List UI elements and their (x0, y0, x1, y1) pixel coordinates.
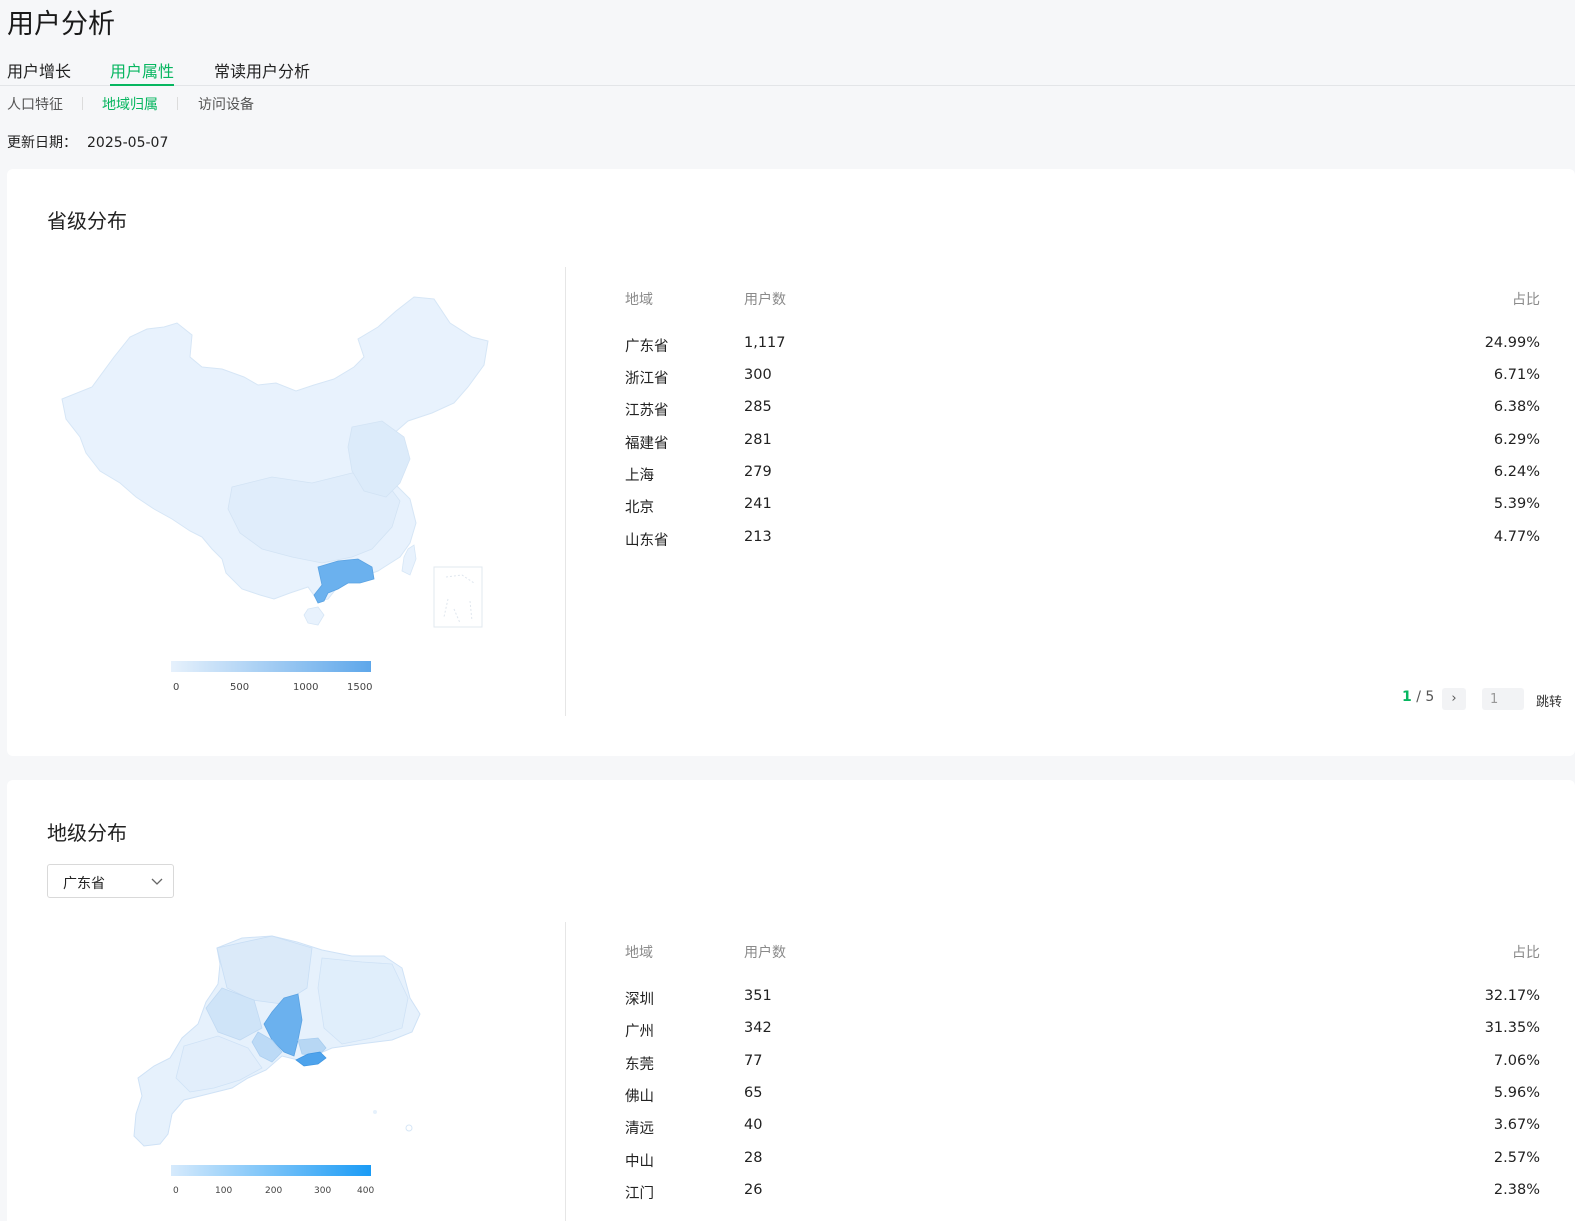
city-legend-bar (171, 1165, 371, 1176)
province-legend-tick: 1500 (347, 682, 373, 693)
column-header-users: 用户数 (744, 292, 786, 308)
row-share: 6.29% (1493, 432, 1540, 448)
subtab-region[interactable]: 地域归属 (102, 94, 158, 114)
row-region: 江苏省 (625, 403, 669, 419)
row-share: 32.17% (1484, 988, 1540, 1004)
row-region: 深圳 (625, 992, 654, 1008)
row-share: 2.38% (1493, 1182, 1540, 1198)
row-users: 241 (744, 496, 772, 512)
province-legend-bar (171, 661, 371, 672)
row-share: 5.96% (1493, 1085, 1540, 1101)
tab-user-growth[interactable]: 用户增长 (7, 58, 71, 86)
province-legend-tick: 0 (173, 682, 180, 693)
next-page-button[interactable]: › (1442, 688, 1466, 710)
guangdong-map-islet (405, 1124, 413, 1132)
province-legend-tick: 1000 (293, 682, 319, 693)
row-users: 65 (744, 1085, 763, 1101)
row-users: 40 (744, 1117, 763, 1133)
row-users: 213 (744, 529, 772, 545)
row-share: 4.77% (1493, 529, 1540, 545)
city-legend-tick: 100 (215, 1186, 233, 1196)
row-region: 浙江省 (625, 371, 669, 387)
card-divider (565, 267, 566, 716)
row-users: 281 (744, 432, 772, 448)
page-indicator: 1 / 5 (1402, 689, 1435, 705)
row-region: 福建省 (625, 436, 669, 452)
city-section-title: 地级分布 (47, 821, 127, 845)
column-header-share: 占比 (1512, 945, 1540, 961)
row-share: 31.35% (1484, 1020, 1540, 1036)
column-header-region: 地域 (625, 945, 653, 961)
row-share: 6.38% (1493, 399, 1540, 415)
row-region: 江门 (625, 1186, 654, 1202)
city-distribution-card: 地级分布 广东省 0 100 200 300 400 地域 用户数 占比 深圳 … (7, 780, 1575, 1221)
subtab-devices[interactable]: 访问设备 (198, 94, 254, 114)
city-legend-tick: 0 (173, 1186, 179, 1196)
subtab-demographics[interactable]: 人口特征 (7, 94, 63, 114)
update-date-label: 更新日期： (7, 135, 77, 151)
page-title: 用户分析 (7, 9, 115, 40)
column-header-region: 地域 (625, 292, 653, 308)
tab-frequent-readers[interactable]: 常读用户分析 (214, 58, 310, 86)
province-select-value: 广东省 (63, 876, 105, 892)
city-legend-tick: 400 (357, 1186, 375, 1196)
guangdong-map[interactable] (122, 928, 422, 1148)
row-share: 24.99% (1484, 335, 1540, 351)
row-share: 7.06% (1493, 1053, 1540, 1069)
row-region: 广州 (625, 1024, 654, 1040)
column-header-share: 占比 (1512, 292, 1540, 308)
tab-user-attributes[interactable]: 用户属性 (110, 58, 175, 86)
guangdong-map-islet (373, 1110, 377, 1114)
current-page: 1 (1402, 689, 1412, 705)
row-region: 广东省 (625, 339, 669, 355)
jump-button[interactable]: 跳转 (1536, 691, 1562, 710)
row-users: 28 (744, 1150, 763, 1166)
china-map-guangdong (313, 558, 375, 604)
subtab-divider (177, 97, 178, 110)
chevron-down-icon (151, 878, 163, 885)
city-legend-tick: 300 (314, 1186, 332, 1196)
city-legend-tick: 200 (265, 1186, 283, 1196)
china-map[interactable] (52, 287, 492, 632)
row-share: 3.67% (1493, 1117, 1540, 1133)
china-map-base (61, 296, 489, 602)
chevron-right-icon: › (1451, 691, 1457, 706)
province-select[interactable]: 广东省 (47, 864, 174, 898)
row-users: 279 (744, 464, 772, 480)
column-header-users: 用户数 (744, 945, 786, 961)
row-region: 佛山 (625, 1089, 654, 1105)
row-region: 清远 (625, 1121, 654, 1137)
page-jump-input[interactable] (1482, 688, 1524, 710)
card-divider (565, 922, 566, 1221)
total-pages: 5 (1425, 689, 1435, 705)
row-region: 北京 (625, 500, 654, 516)
row-users: 26 (744, 1182, 763, 1198)
subtab-divider (82, 97, 83, 110)
row-share: 6.24% (1493, 464, 1540, 480)
row-region: 山东省 (625, 533, 669, 549)
main-tabs: 用户增长 用户属性 常读用户分析 (0, 56, 1575, 86)
row-users: 1,117 (744, 335, 786, 351)
row-region: 东莞 (625, 1057, 654, 1073)
province-distribution-card: 省级分布 0 500 1000 1500 地域 用户数 占比 广东省 1,117… (7, 169, 1575, 756)
row-users: 342 (744, 1020, 772, 1036)
row-users: 77 (744, 1053, 763, 1069)
update-date-value: 2025-05-07 (87, 135, 169, 151)
row-users: 300 (744, 367, 772, 383)
province-legend-tick: 500 (230, 682, 250, 693)
province-section-title: 省级分布 (47, 209, 127, 233)
row-share: 6.71% (1493, 367, 1540, 383)
row-region: 上海 (625, 468, 654, 484)
update-date: 更新日期： 2025-05-07 (7, 132, 168, 152)
row-share: 5.39% (1493, 496, 1540, 512)
china-map-hainan (303, 606, 325, 626)
row-region: 中山 (625, 1154, 654, 1170)
row-users: 351 (744, 988, 772, 1004)
row-users: 285 (744, 399, 772, 415)
row-share: 2.57% (1493, 1150, 1540, 1166)
